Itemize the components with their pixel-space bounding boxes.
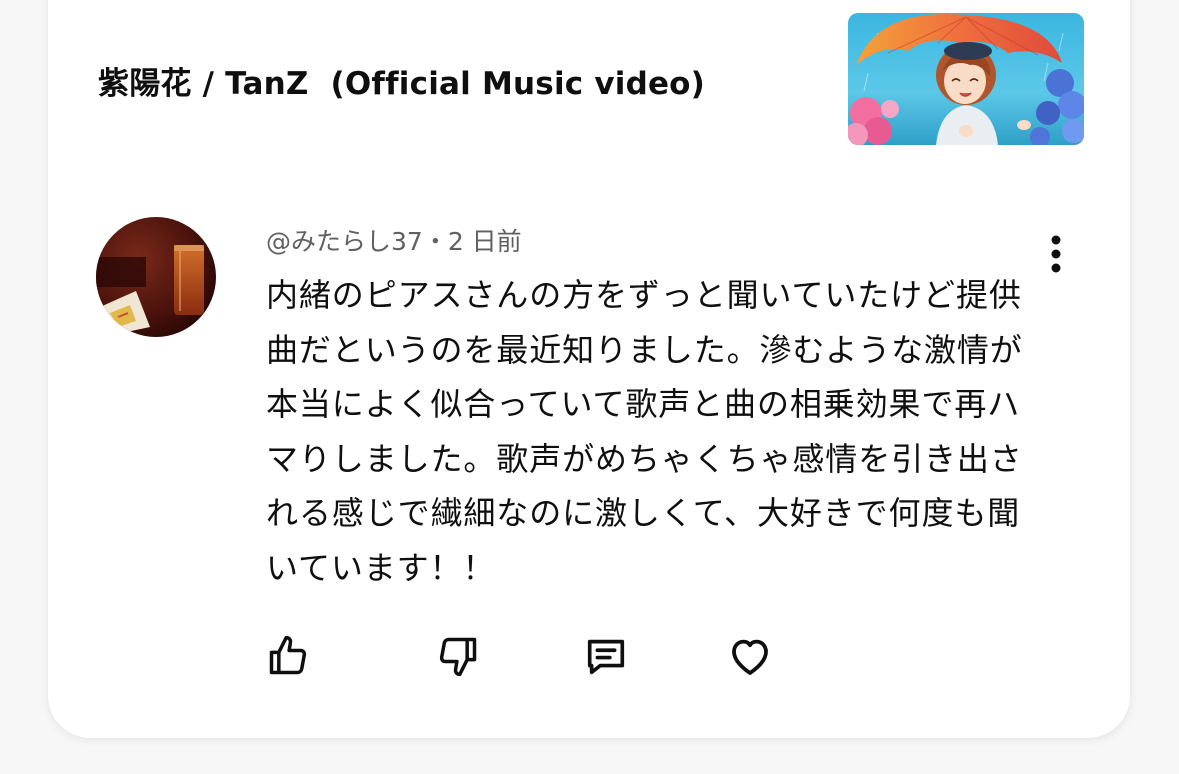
video-thumbnail[interactable] bbox=[848, 13, 1084, 145]
video-title[interactable]: 紫陽花 / TanZ (Official Music video) bbox=[98, 58, 705, 103]
heart-button[interactable] bbox=[726, 632, 774, 680]
reply-button[interactable] bbox=[582, 632, 630, 680]
dislike-button[interactable] bbox=[434, 632, 482, 680]
more-vertical-icon bbox=[1051, 235, 1061, 273]
comment-body: 内緒のピアスさんの方をずっと聞いていたけど提供曲だというのを最近知りました。滲む… bbox=[266, 276, 1023, 587]
comment-timestamp[interactable]: 2 日前 bbox=[448, 227, 522, 256]
thumbs-up-icon bbox=[269, 635, 307, 675]
avatar-image bbox=[96, 217, 216, 337]
comment-meta: @みたらし37・2 日前 bbox=[266, 222, 522, 258]
meta-separator: ・ bbox=[422, 227, 448, 256]
user-avatar[interactable] bbox=[96, 217, 216, 337]
reply-comment-icon bbox=[587, 639, 625, 675]
anime-girl-umbrella-thumbnail bbox=[848, 13, 1084, 145]
thumbs-down-icon bbox=[439, 637, 477, 677]
heart-icon bbox=[732, 639, 768, 675]
like-button[interactable] bbox=[264, 632, 312, 680]
comment-author[interactable]: @みたらし37 bbox=[266, 227, 423, 256]
